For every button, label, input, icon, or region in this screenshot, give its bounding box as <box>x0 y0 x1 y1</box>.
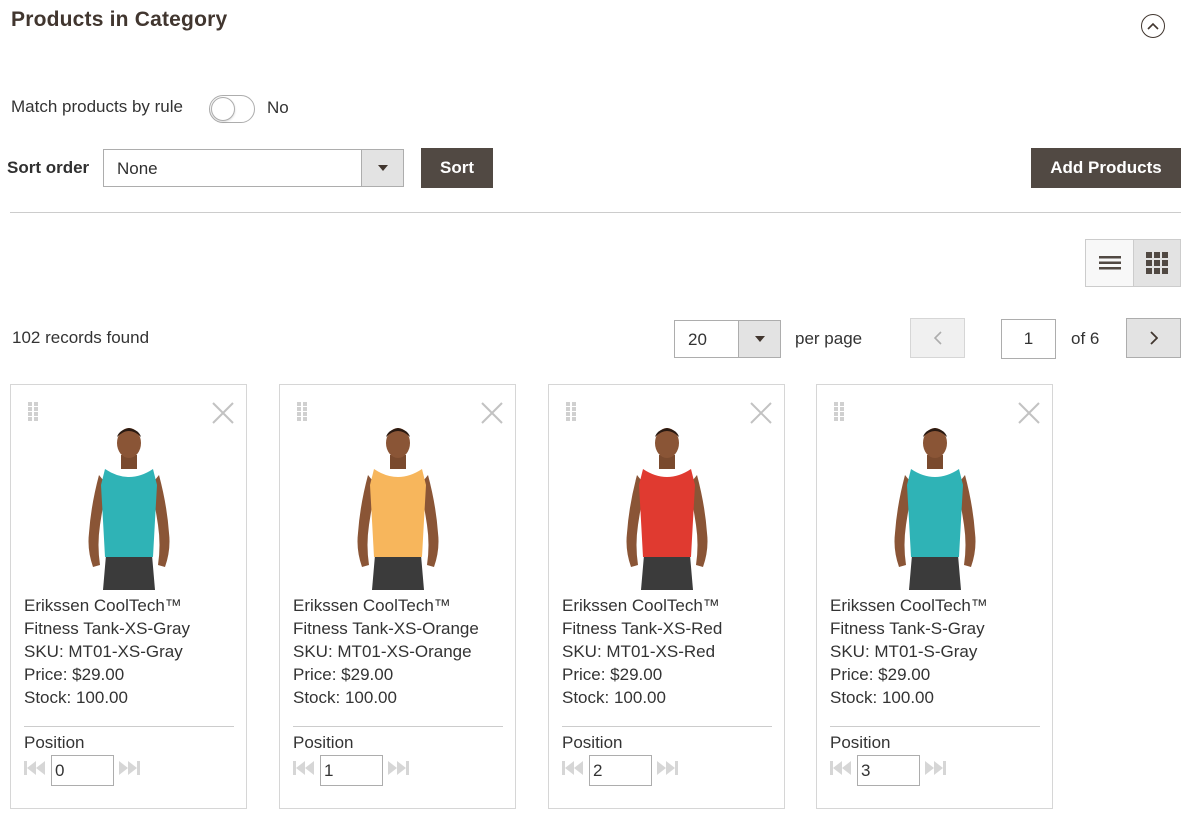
move-last-icon[interactable] <box>119 761 141 775</box>
sort-order-select[interactable]: None <box>103 149 404 187</box>
product-card: Erikssen CoolTech™ Fitness Tank-S-Gray S… <box>816 384 1053 809</box>
drag-handle-icon[interactable] <box>834 402 844 422</box>
move-last-icon[interactable] <box>388 761 410 775</box>
product-name-line1: Erikssen CoolTech™ <box>830 596 988 615</box>
chevron-left-icon <box>933 331 942 345</box>
next-page-button[interactable] <box>1126 318 1181 358</box>
product-info: Erikssen CoolTech™ Fitness Tank-S-Gray S… <box>830 594 988 709</box>
chevron-right-icon <box>1149 331 1158 345</box>
position-input[interactable] <box>857 755 920 786</box>
remove-icon[interactable] <box>1017 401 1041 425</box>
product-name-line2: Fitness Tank-XS-Gray <box>24 619 190 638</box>
product-info: Erikssen CoolTech™ Fitness Tank-XS-Orang… <box>293 594 479 709</box>
match-rule-label: Match products by rule <box>11 97 183 116</box>
move-first-icon[interactable] <box>830 761 852 775</box>
sort-order-label: Sort order <box>7 158 90 177</box>
position-label: Position <box>293 733 354 752</box>
product-image <box>626 428 708 590</box>
drag-handle-icon[interactable] <box>28 402 38 422</box>
remove-icon[interactable] <box>480 401 504 425</box>
product-card: Erikssen CoolTech™ Fitness Tank-XS-Red S… <box>548 384 785 809</box>
position-label: Position <box>830 733 891 752</box>
product-image <box>357 428 439 590</box>
drag-handle-icon[interactable] <box>566 402 576 422</box>
per-page-value: 20 <box>688 330 707 349</box>
product-stock: Stock: 100.00 <box>24 688 128 707</box>
records-found: 102 records found <box>12 328 150 347</box>
chevron-up-icon <box>1147 22 1159 30</box>
previous-page-button[interactable] <box>910 318 965 358</box>
match-rule-state: No <box>267 98 289 117</box>
grid-view-button[interactable] <box>1133 240 1180 286</box>
grid-view-icon <box>1146 252 1168 274</box>
list-view-button[interactable] <box>1086 240 1133 286</box>
divider <box>10 212 1181 213</box>
product-info: Erikssen CoolTech™ Fitness Tank-XS-Red S… <box>562 594 722 709</box>
position-label: Position <box>562 733 623 752</box>
position-input[interactable] <box>51 755 114 786</box>
drag-handle-icon[interactable] <box>297 402 307 422</box>
total-pages: of 6 <box>1071 329 1100 348</box>
card-divider <box>293 726 503 727</box>
section-title: Products in Category <box>11 8 228 31</box>
per-page-select[interactable]: 20 <box>674 320 781 358</box>
position-input[interactable] <box>589 755 652 786</box>
product-card: Erikssen CoolTech™ Fitness Tank-XS-Gray … <box>10 384 247 809</box>
move-last-icon[interactable] <box>657 761 679 775</box>
card-divider <box>24 726 234 727</box>
product-name-line1: Erikssen CoolTech™ <box>562 596 720 615</box>
product-price: Price: $29.00 <box>830 665 931 684</box>
toggle-knob <box>211 97 235 121</box>
product-info: Erikssen CoolTech™ Fitness Tank-XS-Gray … <box>24 594 190 709</box>
dropdown-arrow-icon <box>738 321 780 357</box>
product-name-line2: Fitness Tank-XS-Red <box>562 619 723 638</box>
product-image <box>894 428 976 590</box>
move-last-icon[interactable] <box>925 761 947 775</box>
remove-icon[interactable] <box>749 401 773 425</box>
product-stock: Stock: 100.00 <box>830 688 934 707</box>
sort-order-value: None <box>117 159 158 178</box>
card-divider <box>830 726 1040 727</box>
position-input[interactable] <box>320 755 383 786</box>
product-price: Price: $29.00 <box>562 665 663 684</box>
product-stock: Stock: 100.00 <box>562 688 666 707</box>
view-mode-switcher <box>1085 239 1181 287</box>
product-image <box>88 428 170 590</box>
collapse-button[interactable] <box>1141 14 1165 38</box>
add-products-button[interactable]: Add Products <box>1031 148 1181 188</box>
product-card: Erikssen CoolTech™ Fitness Tank-XS-Orang… <box>279 384 516 809</box>
match-rule-toggle[interactable] <box>209 95 255 123</box>
product-stock: Stock: 100.00 <box>293 688 397 707</box>
list-view-icon <box>1098 256 1121 270</box>
product-sku: SKU: MT01-XS-Red <box>562 642 716 661</box>
product-price: Price: $29.00 <box>24 665 125 684</box>
sort-button[interactable]: Sort <box>421 148 493 188</box>
remove-icon[interactable] <box>211 401 235 425</box>
current-page-input[interactable] <box>1001 319 1056 359</box>
move-first-icon[interactable] <box>24 761 46 775</box>
product-name-line1: Erikssen CoolTech™ <box>293 596 451 615</box>
move-first-icon[interactable] <box>562 761 584 775</box>
per-page-label: per page <box>795 329 863 348</box>
dropdown-arrow-icon <box>361 150 403 186</box>
product-sku: SKU: MT01-S-Gray <box>830 642 978 661</box>
product-name-line1: Erikssen CoolTech™ <box>24 596 182 615</box>
product-sku: SKU: MT01-XS-Gray <box>24 642 183 661</box>
card-divider <box>562 726 772 727</box>
move-first-icon[interactable] <box>293 761 315 775</box>
product-sku: SKU: MT01-XS-Orange <box>293 642 472 661</box>
product-name-line2: Fitness Tank-S-Gray <box>830 619 985 638</box>
product-price: Price: $29.00 <box>293 665 394 684</box>
position-label: Position <box>24 733 85 752</box>
product-name-line2: Fitness Tank-XS-Orange <box>293 619 479 638</box>
